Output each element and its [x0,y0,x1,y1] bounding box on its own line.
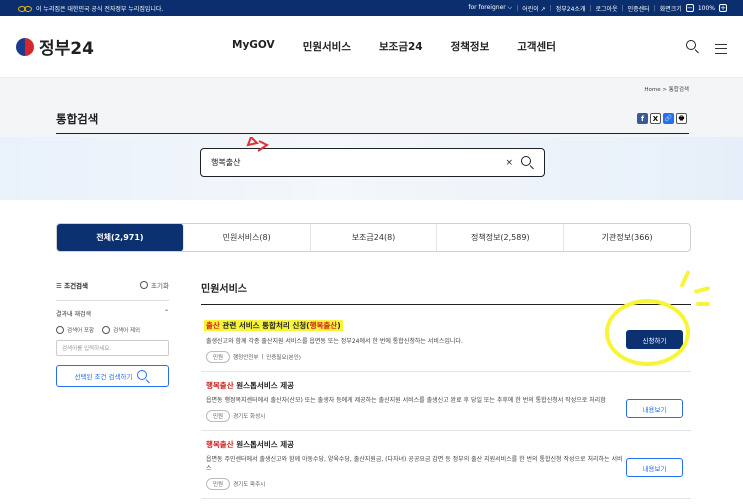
exclude-radio[interactable]: 검색어 제외 [102,326,140,334]
link-about[interactable]: 정부24소개 [556,4,586,13]
site-logo[interactable]: 정부24 [16,34,94,59]
type-badge: 민원 [206,351,231,363]
apply-filter-button[interactable]: 선택된 조건 검색하기 [56,365,169,387]
breadcrumb: Home > 통합검색 [0,78,743,99]
site-header: 정부24 MyGOV 민원서비스 보조금24 정책정보 고객센터 [0,16,743,78]
breadcrumb-separator: > [662,87,667,93]
include-radio[interactable]: 검색어 포함 [56,326,94,334]
title-keyword: 행복출산 [309,321,338,330]
link-logout[interactable]: 로그아웃 [596,4,618,13]
hamburger-icon[interactable] [715,43,727,54]
nav-civil-services[interactable]: 민원서비스 [303,39,351,54]
tab-policy-info[interactable]: 정책정보(2,589) [437,224,565,251]
result-description: 출생신고와 함께 각종 출산지원 서비스를 읍면동 또는 정부24에서 한 번에… [206,338,463,345]
search-icon [137,369,150,383]
title-text: ) [337,321,341,330]
title-area: 통합검색 f X 🔗 🖶 [0,99,743,137]
print-icon[interactable]: 🖶 [676,113,687,124]
search-icon[interactable] [686,39,699,53]
korea-gov-symbol-icon [18,5,32,12]
exclude-label: 검색어 제외 [113,328,141,334]
share-buttons: f X 🔗 🖶 [637,113,687,124]
taegeuk-logo-icon [16,37,34,56]
reset-button[interactable]: 초기화 [140,280,169,290]
research-label: 결과내 재검색 [56,311,92,318]
title-text: 관련 서비스 통합처리 신청( [219,321,310,330]
page-title: 통합검색 [56,112,99,126]
results-section: 민원서비스 출산 관련 서비스 통합처리 신청(행복출산) 출생신고와 함께 각… [201,280,691,499]
result-description: 읍면동 주민센터에서 출생신고와 함께 아동수당, 양육수당, 출산지원금, (… [206,456,623,472]
screen-size-label: 화면크기 [659,5,682,13]
result-title[interactable]: 행복출산 원스톱서비스 제공 [206,439,691,450]
highlight-stroke [693,285,711,295]
type-badge: 민원 [206,410,231,422]
include-label: 검색어 포함 [67,328,95,334]
tab-civil-services[interactable]: 민원서비스(8) [184,224,311,251]
refresh-icon [140,281,149,289]
main-nav: MyGOV 민원서비스 보조금24 정책정보 고객센터 [232,39,556,54]
result-agency: 행정안전부 [233,355,259,361]
title-text: 원스톱서비스 제공 [233,440,295,449]
red-annotation-mark [246,137,269,152]
result-title[interactable]: 출산 관련 서비스 통합처리 신청(행복출산) [204,320,343,331]
result-agency: 경기도 화성시 [233,414,266,420]
x-share-icon[interactable]: X [650,113,661,124]
nav-mygov[interactable]: MyGOV [232,39,275,54]
top-banner: 이 누리집은 대한민국 공식 전자정부 누리집입니다. for foreigne… [0,0,743,16]
nav-customer-center[interactable]: 고객센터 [517,39,556,54]
clear-icon[interactable]: × [505,158,513,168]
apply-button[interactable]: 신청하기 [626,330,683,349]
search-hero: × [0,137,743,200]
filter-sidebar: ☰ 조건검색 초기화 결과내 재검색 ⌃ 검색어 포함 검색어 제외 검색어를 … [56,280,169,387]
link-cert-center[interactable]: 인증센터 [628,4,650,13]
nav-policy-info[interactable]: 정책정보 [451,39,490,54]
facebook-share-icon[interactable]: f [637,113,648,124]
search-input[interactable] [211,158,506,167]
title-keyword: 행복출산 [206,440,234,449]
nav-subsidy24[interactable]: 보조금24 [379,39,423,54]
reset-label: 초기화 [151,282,169,290]
result-tabs: 전체(2,971) 민원서비스(8) 보조금24(8) 정책정보(2,589) … [56,223,691,252]
chevron-up-icon[interactable]: ⌃ [164,309,169,318]
title-keyword: 행복출산 [206,381,234,390]
filter-title: ☰ 조건검색 [56,282,89,290]
link-copy-icon[interactable]: 🔗 [663,113,674,124]
type-badge: 민원 [206,478,231,490]
section-title: 민원서비스 [201,280,691,305]
zoom-in-button[interactable]: + [719,4,727,12]
title-text: 원스톱서비스 제공 [233,381,295,390]
zoom-level: 100% [697,4,715,12]
result-description: 읍면동 행정복지센터에서 출산자(산모) 또는 출생자 등에게 제공하는 출산지… [206,397,606,404]
result-item: 행복출산 원스톱서비스 제공 읍면동 행정복지센터에서 출산자(산모) 또는 출… [201,372,691,431]
gov-notice: 이 누리집은 대한민국 공식 전자정부 누리집입니다. [36,5,164,13]
tab-subsidy24[interactable]: 보조금24(8) [311,224,438,251]
apply-filter-label: 선택된 조건 검색하기 [74,373,133,381]
breadcrumb-current: 통합검색 [668,87,689,93]
title-keyword: 출산 [206,321,220,330]
view-details-button[interactable]: 내용보기 [626,399,683,418]
result-item: 출산 관련 서비스 통합처리 신청(행복출산) 출생신고와 함께 각종 출산지원… [201,305,691,372]
zoom-out-button[interactable]: − [685,4,694,12]
search-submit-icon[interactable] [521,156,534,169]
filter-label: 조건검색 [64,282,89,290]
breadcrumb-home[interactable]: Home [644,87,660,93]
highlight-stroke [696,302,710,306]
link-foreigner[interactable]: for foreigner ⌵ [468,4,512,12]
auth-requirement: 인증필요(본인) [266,355,301,361]
view-details-button[interactable]: 내용보기 [626,458,683,477]
link-children[interactable]: 어린이 ↗ [522,4,546,13]
research-input[interactable]: 검색어를 입력하세요. [56,340,169,356]
utility-links: for foreigner ⌵ | 어린이 ↗ | 정부24소개 | 로그아웃 … [468,4,727,13]
result-title[interactable]: 행복출산 원스톱서비스 제공 [206,380,691,391]
result-item: 행복출산 원스톱서비스 제공 읍면동 주민센터에서 출생신고와 함께 아동수당,… [201,431,691,499]
logo-text: 정부24 [39,39,94,59]
tab-agency-info[interactable]: 기관정보(366) [564,224,690,251]
tab-all[interactable]: 전체(2,971) [57,224,184,251]
result-agency: 경기도 파주시 [233,482,266,488]
